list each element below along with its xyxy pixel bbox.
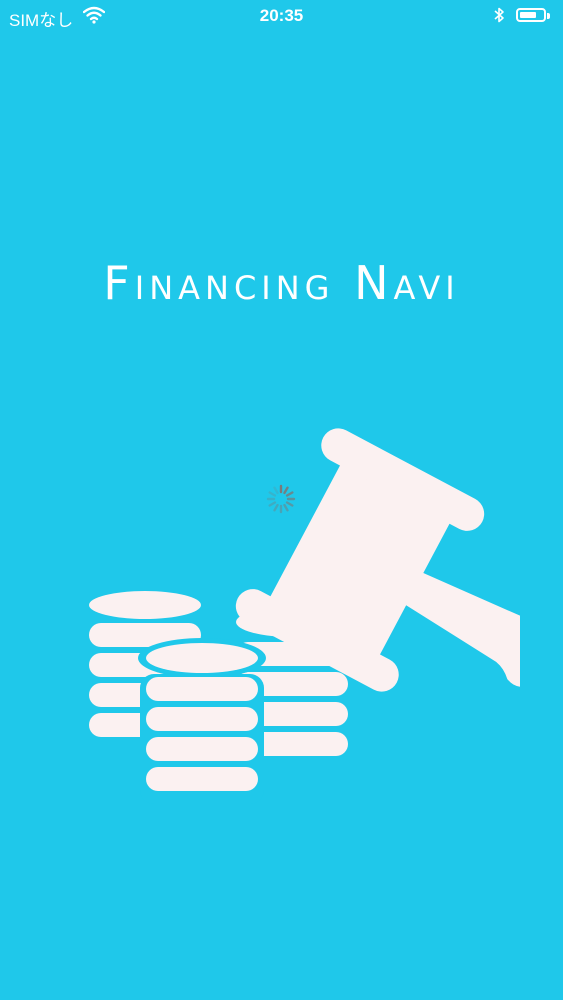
gavel-and-coins-icon xyxy=(60,340,559,814)
loading-spinner-icon xyxy=(265,483,297,519)
app-title: Financing Navi xyxy=(103,256,460,310)
status-bar: SIMなし 20:35 xyxy=(0,0,563,34)
battery-icon xyxy=(516,8,546,22)
battery-tip xyxy=(547,13,550,19)
bluetooth-icon xyxy=(493,6,505,29)
status-time: 20:35 xyxy=(259,6,304,25)
